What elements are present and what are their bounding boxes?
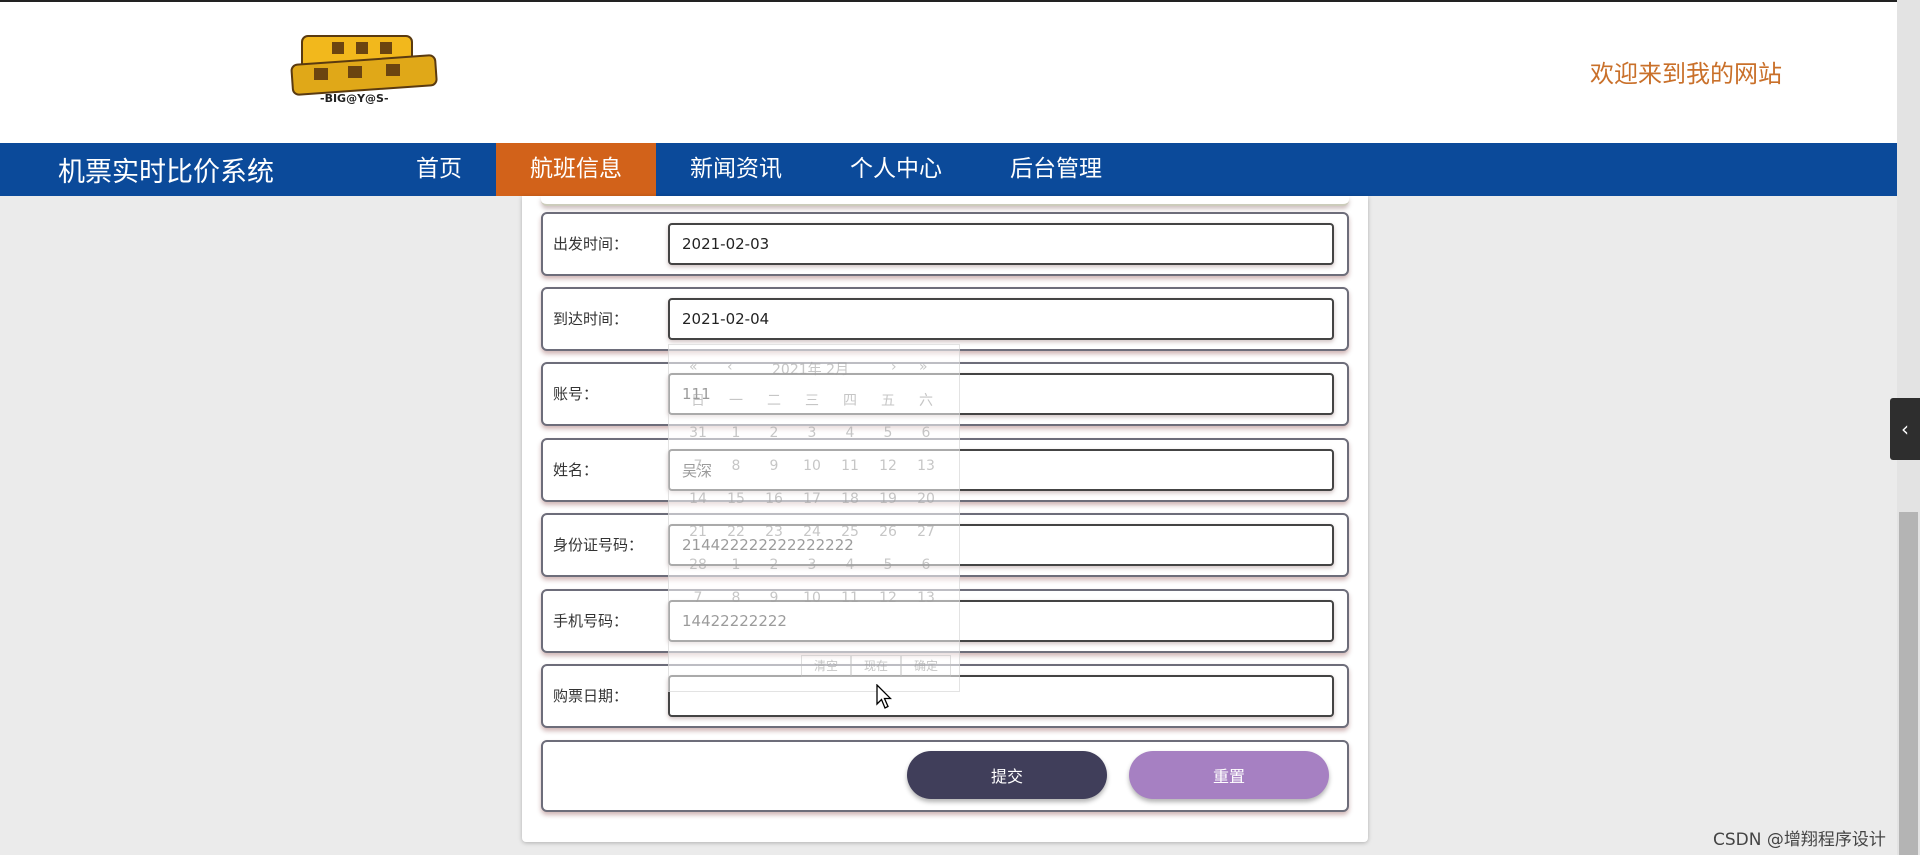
calendar-day[interactable]: 24 (793, 524, 831, 540)
calendar-day[interactable]: 12 (869, 458, 907, 474)
welcome-text: 欢迎来到我的网站 (1590, 60, 1782, 88)
calendar-day[interactable]: 9 (755, 458, 793, 474)
calendar-day[interactable]: 14 (679, 491, 717, 507)
calendar-day[interactable]: 7 (679, 458, 717, 474)
calendar-day[interactable]: 10 (793, 590, 831, 606)
calendar-day[interactable]: 15 (717, 491, 755, 507)
calendar-day[interactable]: 13 (907, 458, 945, 474)
calendar-day[interactable]: 8 (717, 458, 755, 474)
calendar-day[interactable]: 1 (717, 425, 755, 441)
calendar-day[interactable]: 20 (907, 491, 945, 507)
calendar-day[interactable]: 7 (679, 590, 717, 606)
main-nav: 机票实时比价系统 首页 航班信息 新闻资讯 个人中心 后台管理 (0, 143, 1897, 196)
watermark-text: CSDN @增翔程序设计 (1713, 830, 1886, 850)
prev-month-button[interactable]: ‹ (727, 359, 733, 375)
calendar-day[interactable]: 23 (755, 524, 793, 540)
calendar-day[interactable]: 5 (869, 557, 907, 573)
nav-item-admin[interactable]: 后台管理 (976, 143, 1136, 196)
chevron-left-icon: ‹ (1901, 417, 1909, 441)
calendar-ok-button[interactable]: 确定 (901, 655, 951, 677)
calendar-week: 7 8 9 10 11 12 13 (679, 581, 949, 614)
scrollbar-thumb[interactable] (1899, 512, 1918, 855)
calendar-week: 7 8 9 10 11 12 13 (679, 449, 949, 482)
site-title[interactable]: 机票实时比价系统 (0, 150, 382, 189)
form-row-departure: 出发时间： (541, 212, 1349, 276)
calendar-header: « ‹ 2021年 2月 › » (669, 359, 959, 381)
weekday-label: 六 (919, 392, 933, 409)
field-label: 账号： (553, 385, 599, 403)
submit-button[interactable]: 提交 (907, 751, 1107, 799)
prev-year-button[interactable]: « (689, 359, 698, 375)
calendar-day[interactable]: 1 (717, 557, 755, 573)
calendar-day[interactable]: 19 (869, 491, 907, 507)
date-picker-popup: « ‹ 2021年 2月 › » 日 一 二 三 四 五 六 31 1 2 3 … (668, 344, 960, 692)
next-year-button[interactable]: » (919, 359, 928, 375)
calendar-day[interactable]: 8 (717, 590, 755, 606)
field-label: 出发时间： (553, 235, 629, 253)
calendar-now-button[interactable]: 现在 (851, 655, 901, 677)
calendar-day[interactable]: 22 (717, 524, 755, 540)
calendar-day[interactable]: 28 (679, 557, 717, 573)
calendar-day[interactable]: 25 (831, 524, 869, 540)
weekday-label: 二 (767, 392, 781, 409)
calendar-day[interactable]: 9 (755, 590, 793, 606)
calendar-day[interactable]: 4 (831, 425, 869, 441)
weekday-label: 四 (843, 392, 857, 409)
calendar-clear-button[interactable]: 清空 (801, 655, 851, 677)
form-actions: 提交 重置 (541, 740, 1349, 812)
calendar-days: 31 1 2 3 4 5 6 7 8 9 10 11 12 13 14 15 1… (679, 416, 949, 614)
site-logo[interactable]: -BIG@Y@S- (290, 34, 438, 109)
previous-row-edge (541, 196, 1349, 206)
weekday-label: 三 (805, 392, 819, 409)
calendar-day[interactable]: 4 (831, 557, 869, 573)
calendar-week: 21 22 23 24 25 26 27 (679, 515, 949, 548)
top-header: -BIG@Y@S- 欢迎来到我的网站 (0, 0, 1897, 143)
calendar-week: 28 1 2 3 4 5 6 (679, 548, 949, 581)
calendar-day[interactable]: 21 (679, 524, 717, 540)
calendar-day[interactable]: 2 (755, 557, 793, 573)
calendar-week: 14 15 16 17 18 19 20 (679, 482, 949, 515)
side-panel-toggle[interactable]: ‹ (1890, 398, 1920, 460)
calendar-day[interactable]: 5 (869, 425, 907, 441)
reset-button[interactable]: 重置 (1129, 751, 1329, 799)
arrival-time-input[interactable] (668, 298, 1334, 340)
calendar-day[interactable]: 26 (869, 524, 907, 540)
weekday-label: 日 (691, 392, 705, 409)
logo-caption: -BIG@Y@S- (320, 92, 389, 105)
calendar-day[interactable]: 6 (907, 425, 945, 441)
calendar-day[interactable]: 12 (869, 590, 907, 606)
nav-item-home[interactable]: 首页 (382, 143, 496, 196)
form-row-arrival: 到达时间： (541, 287, 1349, 351)
calendar-day[interactable]: 6 (907, 557, 945, 573)
calendar-footer: 清空 现在 确定 (801, 655, 951, 677)
mouse-pointer-icon (876, 683, 893, 710)
calendar-day[interactable]: 3 (793, 425, 831, 441)
field-label: 姓名： (553, 461, 599, 479)
calendar-day[interactable]: 27 (907, 524, 945, 540)
calendar-day[interactable]: 31 (679, 425, 717, 441)
next-month-button[interactable]: › (891, 359, 897, 375)
calendar-day[interactable]: 13 (907, 590, 945, 606)
calendar-title[interactable]: 2021年 2月 (772, 359, 849, 379)
calendar-day[interactable]: 18 (831, 491, 869, 507)
field-label: 手机号码： (553, 612, 629, 630)
calendar-day[interactable]: 17 (793, 491, 831, 507)
nav-item-news[interactable]: 新闻资讯 (656, 143, 816, 196)
calendar-weekdays: 日 一 二 三 四 五 六 (679, 383, 949, 416)
calendar-day[interactable]: 16 (755, 491, 793, 507)
calendar-day[interactable]: 11 (831, 458, 869, 474)
calendar-day[interactable]: 3 (793, 557, 831, 573)
calendar-day[interactable]: 10 (793, 458, 831, 474)
nav-item-profile[interactable]: 个人中心 (816, 143, 976, 196)
field-label: 身份证号码： (553, 536, 644, 554)
weekday-label: 五 (881, 392, 895, 409)
field-label: 到达时间： (553, 310, 629, 328)
calendar-day[interactable]: 2 (755, 425, 793, 441)
weekday-label: 一 (729, 392, 743, 409)
field-label: 购票日期： (553, 687, 629, 705)
calendar-week: 31 1 2 3 4 5 6 (679, 416, 949, 449)
calendar-day[interactable]: 11 (831, 590, 869, 606)
departure-time-input[interactable] (668, 223, 1334, 265)
nav-item-flights[interactable]: 航班信息 (496, 143, 656, 196)
